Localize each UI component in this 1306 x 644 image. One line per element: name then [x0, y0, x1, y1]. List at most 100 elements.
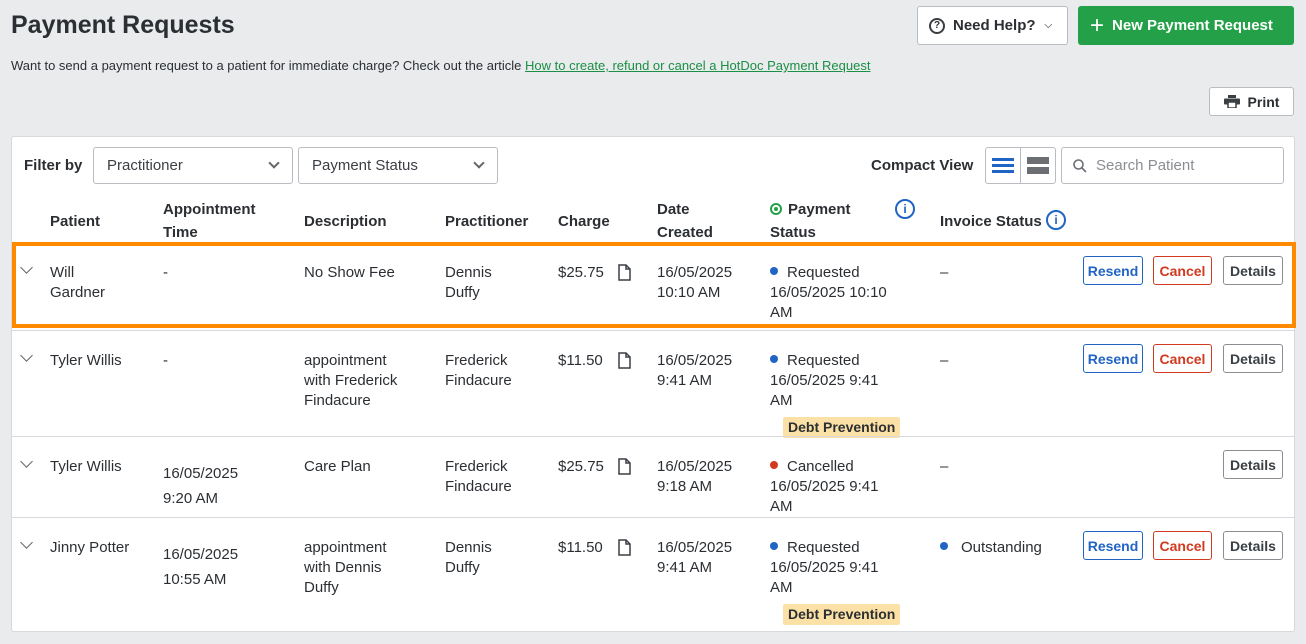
payment-status-text: Requested — [787, 539, 860, 556]
list-view-icon[interactable] — [986, 148, 1021, 183]
cell-patient-line: Gardner — [50, 284, 106, 301]
details-button[interactable]: Details — [1223, 256, 1283, 285]
document-icon[interactable] — [618, 539, 631, 556]
chevron-down-icon[interactable] — [20, 349, 33, 362]
col-payment-status-label: Payment Status — [770, 201, 851, 241]
col-payment-status[interactable]: Payment Status — [770, 198, 870, 244]
document-icon[interactable] — [618, 264, 631, 281]
cancel-button[interactable]: Cancel — [1153, 256, 1212, 285]
table-row: Will Gardner - No Show Fee Dennis Duffy 16/05/… — [12, 243, 1294, 330]
cell-date-created-line: 9:18 AM — [657, 478, 713, 495]
payment-status-line: Cancelled — [770, 457, 910, 477]
cancel-button[interactable]: Cancel — [1153, 344, 1212, 373]
cell-appointment-time: - — [163, 351, 283, 371]
cell-patient: Tyler Willis — [50, 351, 150, 371]
chevron-down-icon[interactable] — [20, 536, 33, 549]
invoice-status-dot — [940, 542, 948, 550]
cell-appointment-time-line: - — [163, 264, 168, 281]
cell-date-created: 16/05/2025 9:18 AM — [657, 457, 757, 497]
document-icon[interactable] — [618, 458, 631, 475]
payment-status-select-value: Payment Status — [312, 157, 418, 174]
practitioner-select[interactable]: Practitioner — [93, 147, 293, 184]
view-toggle — [985, 147, 1056, 184]
filter-by-label: Filter by — [24, 157, 83, 174]
cell-appointment-time: 16/05/2025 9:20 AM — [163, 461, 283, 511]
payment-status-date-line: 16/05/2025 9:41 — [770, 478, 879, 495]
cell-patient: Jinny Potter — [50, 538, 150, 558]
col-charge: Charge — [558, 213, 610, 230]
status-dot — [770, 542, 778, 550]
resend-button[interactable]: Resend — [1083, 344, 1143, 373]
cell-payment-status: Requested 16/05/2025 9:41 AM — [770, 538, 910, 598]
payment-status-select[interactable]: Payment Status — [298, 147, 498, 184]
cell-practitioner-line: Findacure — [445, 478, 512, 495]
cell-practitioner-line: Duffy — [445, 559, 480, 576]
cell-practitioner-line: Findacure — [445, 372, 512, 389]
details-button[interactable]: Details — [1223, 450, 1283, 479]
debt-prevention-badge: Debt Prevention — [783, 417, 901, 438]
chevron-down-icon[interactable] — [20, 455, 33, 468]
cell-charge: $11.50 — [558, 539, 603, 556]
details-button[interactable]: Details — [1223, 531, 1283, 560]
payment-status-date-line: 16/05/2025 9:41 — [770, 372, 879, 389]
cell-date-created: 16/05/2025 10:10 AM — [657, 263, 757, 303]
cell-invoice-status: – — [940, 457, 948, 477]
cell-practitioner: Frederick Findacure — [445, 457, 545, 497]
new-payment-request-button[interactable]: + New Payment Request — [1078, 6, 1294, 45]
info-icon[interactable]: i — [895, 199, 915, 219]
cell-description: No Show Fee — [304, 263, 434, 283]
col-description: Description — [304, 213, 387, 230]
invoice-status-text: – — [940, 352, 949, 369]
cell-date-created-line: 16/05/2025 — [657, 458, 733, 475]
cancel-button[interactable]: Cancel — [1153, 531, 1212, 560]
cell-appointment-time-line: 10:55 AM — [163, 571, 227, 588]
need-help-button[interactable]: ? Need Help? ⌵ — [917, 6, 1068, 45]
payment-status-line: Requested — [770, 351, 910, 371]
col-patient: Patient — [50, 213, 101, 230]
cell-charge: $25.75 — [558, 458, 604, 475]
cell-date-created: 16/05/2025 9:41 AM — [657, 538, 757, 578]
practitioner-select-value: Practitioner — [107, 157, 183, 174]
cell-date-created: 16/05/2025 9:41 AM — [657, 351, 757, 391]
cell-date-created-line: 16/05/2025 — [657, 352, 733, 369]
need-help-label: Need Help? — [953, 17, 1036, 34]
info-icon[interactable]: i — [1046, 210, 1066, 230]
cell-practitioner-line: Dennis — [445, 539, 492, 556]
chevron-down-icon[interactable] — [20, 261, 33, 274]
payment-status-text: Cancelled — [787, 458, 854, 475]
cell-appointment-time: 16/05/2025 10:55 AM — [163, 542, 283, 592]
resend-button[interactable]: Resend — [1083, 256, 1143, 285]
status-dot — [770, 461, 778, 469]
cell-description-line: No Show Fee — [304, 264, 395, 281]
cell-date-created-line: 16/05/2025 — [657, 539, 733, 556]
status-dot — [770, 355, 778, 363]
search-icon — [1073, 158, 1087, 173]
compact-view-icon[interactable] — [1021, 148, 1056, 183]
help-article-link[interactable]: How to create, refund or cancel a HotDoc… — [525, 58, 870, 73]
sort-indicator-icon — [770, 203, 782, 215]
payment-status-date-line: AM — [770, 498, 793, 515]
cell-description-line: appointment — [304, 539, 387, 556]
cell-practitioner-line: Duffy — [445, 284, 480, 301]
cell-appointment-time-line: 16/05/2025 — [163, 546, 239, 563]
cell-patient-line: Jinny Potter — [50, 539, 130, 556]
document-icon[interactable] — [618, 352, 631, 369]
new-payment-request-label: New Payment Request — [1112, 17, 1273, 34]
search-patient-input[interactable] — [1096, 157, 1276, 174]
cell-practitioner-line: Frederick — [445, 458, 508, 475]
search-box — [1061, 147, 1284, 184]
cell-payment-status: Requested 16/05/2025 9:41 AM — [770, 351, 910, 411]
resend-button[interactable]: Resend — [1083, 531, 1143, 560]
cell-invoice-status: – — [940, 263, 948, 283]
status-dot — [770, 267, 778, 275]
cell-description: appointment with Frederick Findacure — [304, 351, 434, 411]
cell-appointment-time-line: 9:20 AM — [163, 490, 219, 507]
invoice-status-text: Outstanding — [961, 539, 1042, 556]
details-button[interactable]: Details — [1223, 344, 1283, 373]
chevron-down-icon — [473, 157, 485, 169]
invoice-status-text: – — [940, 264, 949, 281]
print-button[interactable]: Print — [1209, 87, 1294, 116]
intro-sentence: Want to send a payment request to a pati… — [11, 58, 526, 73]
table-row: Tyler Willis - appointment with Frederick Fi… — [12, 330, 1294, 438]
cell-invoice-status: – — [940, 351, 948, 371]
